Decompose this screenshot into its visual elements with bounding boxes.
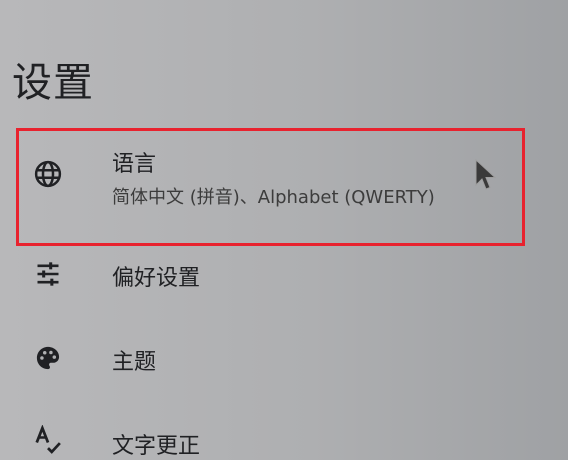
- settings-item-preferences[interactable]: 偏好设置: [0, 250, 568, 300]
- settings-item-theme[interactable]: 主题: [0, 334, 568, 384]
- settings-item-text-correction-label: 文字更正: [112, 434, 201, 459]
- highlight-box: [16, 128, 525, 246]
- mouse-cursor-icon: [475, 158, 497, 190]
- page-title: 设置: [12, 60, 94, 106]
- tune-sliders-icon: [32, 258, 64, 290]
- settings-item-text-correction[interactable]: 文字更正: [0, 418, 568, 459]
- settings-item-preferences-label: 偏好设置: [112, 266, 201, 291]
- spellcheck-icon: [32, 424, 64, 456]
- palette-icon: [32, 342, 64, 374]
- settings-item-theme-label: 主题: [112, 350, 157, 375]
